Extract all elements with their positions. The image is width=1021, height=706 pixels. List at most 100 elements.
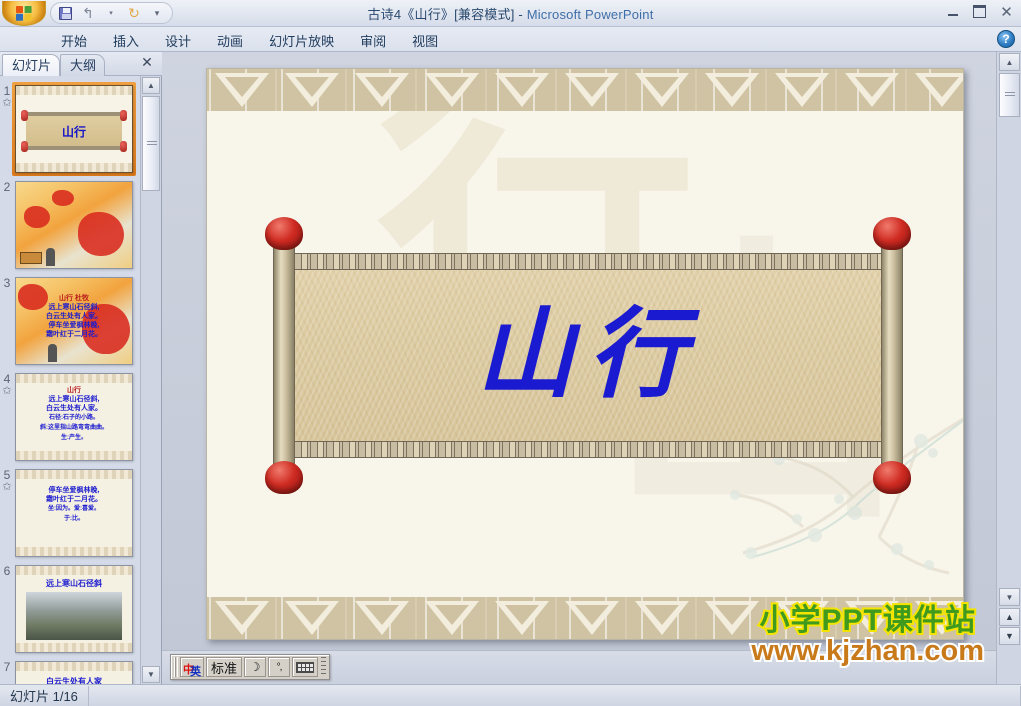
scroll-up-icon[interactable]: ▲ xyxy=(142,77,160,94)
scroll-down-icon[interactable]: ▼ xyxy=(999,588,1020,606)
slide-thumbnail[interactable]: 山行 远上寒山石径斜, 白云生处有人家。 石径:石子的小路。 斜:这里指山路弯弯… xyxy=(15,373,133,461)
double-chevron-down-icon: ▼ xyxy=(1005,631,1014,641)
notes-and-taskbar-area: 中 英 标准 ☽ °, 小学PPT课件站 www.kjzhan.com xyxy=(162,602,996,684)
scroll-knob-icon xyxy=(265,461,303,494)
thumbnail-art: 山行 杜牧 远上寒山石径斜, 白云生处有人家。 停车坐爱枫林晚, 霜叶红于二月花… xyxy=(16,278,132,364)
tab-animations[interactable]: 动画 xyxy=(204,29,256,51)
ime-language-bar[interactable]: 中 英 标准 ☽ °, xyxy=(170,654,331,680)
powerpoint-window: ↰ ▾ ↻ ▾ 古诗4《山行》[兼容模式] - Microsoft PowerP… xyxy=(0,0,1021,706)
list-item[interactable]: 4 ✩ 山行 远上寒山石径斜, 白云生处有人家。 石径:石子的小路。 斜:这里指… xyxy=(0,364,140,461)
thumbnail-poem: 停车坐爱枫林晚, 霜叶红于二月花。 坐:因为。爱:喜爱。 于:比。 xyxy=(46,487,102,522)
close-button[interactable]: ✕ xyxy=(996,2,1017,21)
slide-editing-stage[interactable]: 行 山 xyxy=(162,52,996,650)
current-slide[interactable]: 行 山 xyxy=(206,68,964,640)
thumbnail-art: 山行 远上寒山石径斜, 白云生处有人家。 石径:石子的小路。 斜:这里指山路弯弯… xyxy=(16,374,132,460)
tab-home[interactable]: 开始 xyxy=(48,29,100,51)
slide-top-ornament-band xyxy=(207,69,963,111)
scrollbar-grip-icon xyxy=(1005,92,1015,98)
thumbnail-number: 1 xyxy=(3,84,11,98)
ribbon-tab-bar: 开始 插入 设计 动画 幻灯片放映 审阅 视图 ? xyxy=(0,27,1021,52)
window-title-separator: - xyxy=(514,7,527,22)
thumbnail-poem: 山行 远上寒山石径斜, 白云生处有人家。 石径:石子的小路。 斜:这里指山路弯弯… xyxy=(40,387,108,441)
scrollbar-thumb[interactable] xyxy=(142,96,160,191)
thumbnail-art: 远上寒山石径斜 xyxy=(16,566,132,652)
tab-review[interactable]: 审阅 xyxy=(347,29,399,51)
list-item[interactable]: 7 白云生处有人家 xyxy=(0,652,140,684)
help-icon[interactable]: ? xyxy=(997,30,1015,48)
window-controls: ✕ xyxy=(942,2,1017,21)
window-title-document: 古诗4《山行》[兼容模式] xyxy=(367,7,515,22)
tab-slideshow[interactable]: 幻灯片放映 xyxy=(256,29,347,51)
scroll-knob-icon xyxy=(873,217,911,250)
scroll-up-icon[interactable]: ▲ xyxy=(999,53,1020,71)
status-bar: 幻灯片 1/16 xyxy=(0,684,1021,706)
ime-options-handle[interactable] xyxy=(321,657,327,677)
thumbnail-number: 5 xyxy=(3,468,11,482)
scroll-graphic: 山行 xyxy=(265,217,911,494)
slide-thumbnail[interactable]: 停车坐爱枫林晚, 霜叶红于二月花。 坐:因为。爱:喜爱。 于:比。 xyxy=(15,469,133,557)
thumbnail-number: 7 xyxy=(3,660,11,674)
thumbnail-scrollbar[interactable]: ▲ ▼ xyxy=(140,76,161,684)
scroll-knob-icon xyxy=(873,461,911,494)
animation-star-icon: ✩ xyxy=(2,385,12,397)
ribbon-tabs: 开始 插入 设计 动画 幻灯片放映 审阅 视图 xyxy=(48,29,451,51)
window-title: 古诗4《山行》[兼容模式] - Microsoft PowerPoint xyxy=(0,4,1021,23)
slides-panel-tabs: 幻灯片 大纲 ✕ xyxy=(0,52,162,76)
drag-handle[interactable] xyxy=(174,657,178,677)
slides-panel: 幻灯片 大纲 ✕ 1 ✩ 山行 2 3 山行 杜牧 远上寒山石径斜, 白云生处有… xyxy=(0,52,162,684)
ime-mode-button[interactable]: 标准 xyxy=(206,657,243,677)
slide-thumbnail[interactable]: 山行 xyxy=(15,85,133,173)
slide-background: 行 山 xyxy=(207,111,963,597)
restore-button[interactable] xyxy=(969,2,990,21)
thumbnail-art xyxy=(16,182,132,268)
list-item[interactable]: 3 山行 杜牧 远上寒山石径斜, 白云生处有人家。 停车坐爱枫林晚, 霜叶红于二… xyxy=(0,268,140,365)
tab-outline[interactable]: 大纲 xyxy=(60,54,106,76)
scroll-down-icon[interactable]: ▼ xyxy=(142,666,160,683)
scrollbar-thumb[interactable] xyxy=(999,73,1020,117)
window-title-app: Microsoft PowerPoint xyxy=(526,7,654,22)
slide-thumbnail[interactable]: 山行 杜牧 远上寒山石径斜, 白云生处有人家。 停车坐爱枫林晚, 霜叶红于二月花… xyxy=(15,277,133,365)
ime-keyboard-button[interactable] xyxy=(292,657,319,677)
thumbnail-list[interactable]: 1 ✩ 山行 2 3 山行 杜牧 远上寒山石径斜, 白云生处有人家。 停车坐爱枫… xyxy=(0,76,140,684)
slide-thumbnail[interactable] xyxy=(15,181,133,269)
scroll-bottom-border xyxy=(291,441,885,458)
ime-punctuation-toggle[interactable]: °, xyxy=(268,657,291,677)
tab-view[interactable]: 视图 xyxy=(399,29,451,51)
previous-slide-button[interactable]: ▲ xyxy=(999,608,1020,626)
double-chevron-up-icon: ▲ xyxy=(1005,612,1014,622)
animation-star-icon: ✩ xyxy=(2,481,12,493)
status-bar-filler xyxy=(89,685,1021,706)
thumbnail-number: 6 xyxy=(3,564,11,578)
animation-star-icon: ✩ xyxy=(2,97,12,109)
slide-thumbnail[interactable]: 远上寒山石径斜 xyxy=(15,565,133,653)
slide-thumbnail[interactable]: 白云生处有人家 xyxy=(15,661,133,684)
ime-halfwidth-toggle[interactable]: ☽ xyxy=(244,657,267,677)
scroll-knob-icon xyxy=(265,217,303,250)
tab-insert[interactable]: 插入 xyxy=(100,29,152,51)
list-item[interactable]: 6 远上寒山石径斜 xyxy=(0,556,140,653)
scrollbar-grip-icon xyxy=(147,141,157,147)
thumbnail-title: 远上寒山石径斜 xyxy=(46,579,102,588)
thumbnail-number: 4 xyxy=(3,372,11,386)
thumbnail-art: 停车坐爱枫林晚, 霜叶红于二月花。 坐:因为。爱:喜爱。 于:比。 xyxy=(16,470,132,556)
list-item[interactable]: 5 ✩ 停车坐爱枫林晚, 霜叶红于二月花。 坐:因为。爱:喜爱。 于:比。 xyxy=(0,460,140,557)
close-panel-icon[interactable]: ✕ xyxy=(139,55,155,71)
minimize-button[interactable] xyxy=(942,2,963,21)
ime-language-toggle[interactable]: 中 英 xyxy=(180,657,204,678)
thumbnail-poem: 山行 杜牧 远上寒山石径斜, 白云生处有人家。 停车坐爱枫林晚, 霜叶红于二月花… xyxy=(46,295,102,338)
list-item[interactable]: 2 xyxy=(0,172,140,269)
thumbnail-art: 白云生处有人家 xyxy=(16,662,132,684)
slide-counter: 幻灯片 1/16 xyxy=(0,685,89,706)
next-slide-button[interactable]: ▼ xyxy=(999,627,1020,645)
thumbnail-art: 山行 xyxy=(16,86,132,172)
thumbnail-title: 白云生处有人家 xyxy=(46,677,102,684)
list-item[interactable]: 1 ✩ 山行 xyxy=(0,76,140,176)
thumbnail-title: 山行 xyxy=(61,125,86,139)
slide-title-text[interactable]: 山行 xyxy=(273,307,903,405)
thumbnail-number: 2 xyxy=(3,180,11,194)
keyboard-icon xyxy=(296,661,315,673)
tab-design[interactable]: 设计 xyxy=(152,29,204,51)
tab-slides[interactable]: 幻灯片 xyxy=(2,54,61,76)
scroll-top-border xyxy=(291,253,885,270)
slide-vertical-scrollbar[interactable]: ▲ ▼ ▲ ▼ xyxy=(996,52,1021,684)
